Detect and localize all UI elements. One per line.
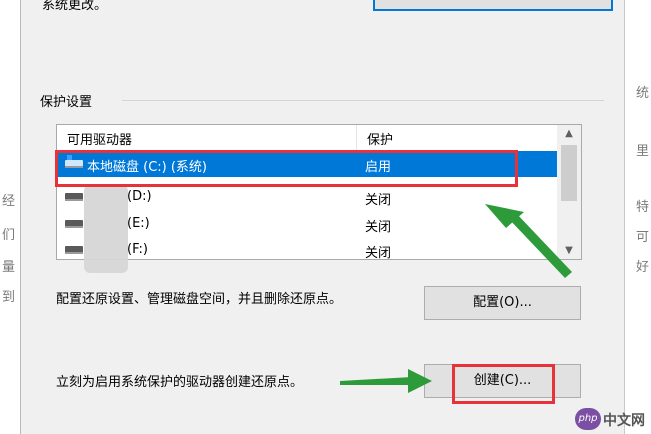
background-text: 们: [2, 228, 16, 243]
background-text: 经: [2, 194, 16, 209]
background-text: 统: [636, 86, 650, 101]
configure-description: 配置还原设置、管理磁盘空间，并且删除还原点。: [56, 292, 343, 307]
protection-settings-label: 保护设置: [40, 95, 93, 110]
background-text: 到: [2, 290, 16, 305]
blurred-drive-labels: [84, 185, 128, 273]
background-text: 好: [636, 260, 650, 275]
arrow-to-create-icon: [340, 369, 432, 393]
column-header-drive[interactable]: 可用驱动器: [67, 129, 132, 148]
drive-icon: [65, 193, 83, 201]
drive-row-f[interactable]: (F:) 关闭: [57, 237, 557, 260]
drive-name: (E:): [127, 216, 150, 231]
list-header: 可用驱动器 保护: [57, 125, 557, 152]
background-text: 特: [636, 200, 650, 215]
drive-name: (D:): [127, 189, 152, 204]
site-watermark: php 中文网: [575, 408, 647, 430]
background-window-edge-right: [624, 0, 625, 434]
scroll-up-icon[interactable]: ▲: [557, 125, 581, 142]
background-window-right: [625, 0, 651, 434]
php-logo-icon: php: [575, 408, 601, 430]
protection-status: 关闭: [365, 193, 392, 208]
drive-row-e[interactable]: (E:) 关闭: [57, 211, 557, 237]
vertical-scrollbar[interactable]: ▲ ▼: [557, 125, 581, 259]
create-description: 立刻为启用系统保护的驱动器创建还原点。: [56, 375, 304, 390]
configure-button[interactable]: 配置(O)...: [424, 286, 581, 320]
drive-icon: [65, 220, 83, 228]
system-restore-button-partial[interactable]: [373, 0, 613, 11]
protection-status: 关闭: [365, 246, 392, 260]
drive-row-d[interactable]: (D:) 关闭: [57, 184, 557, 210]
drive-icon: [65, 246, 83, 254]
group-divider: [122, 100, 604, 101]
background-text: 可: [636, 230, 650, 245]
highlight-box-drive-c: [55, 150, 518, 187]
column-header-protection[interactable]: 保护: [367, 129, 393, 148]
background-text: 里: [636, 144, 650, 159]
drive-list[interactable]: 可用驱动器 保护 本地磁盘 (C:) (系统) 启用 (D:) 关闭 (E:) …: [56, 124, 582, 260]
scroll-down-icon[interactable]: ▼: [557, 242, 581, 259]
highlight-box-create: [452, 364, 555, 404]
column-divider[interactable]: [356, 125, 357, 151]
scroll-thumb[interactable]: [561, 145, 577, 201]
background-window-left: [0, 0, 20, 434]
background-text: 量: [2, 260, 16, 275]
protection-status: 关闭: [365, 220, 392, 235]
background-window-edge: [20, 0, 21, 434]
drive-name: (F:): [127, 242, 148, 257]
watermark-text: 中文网: [603, 413, 645, 429]
description-text-partial: 系统更改。: [42, 0, 108, 13]
